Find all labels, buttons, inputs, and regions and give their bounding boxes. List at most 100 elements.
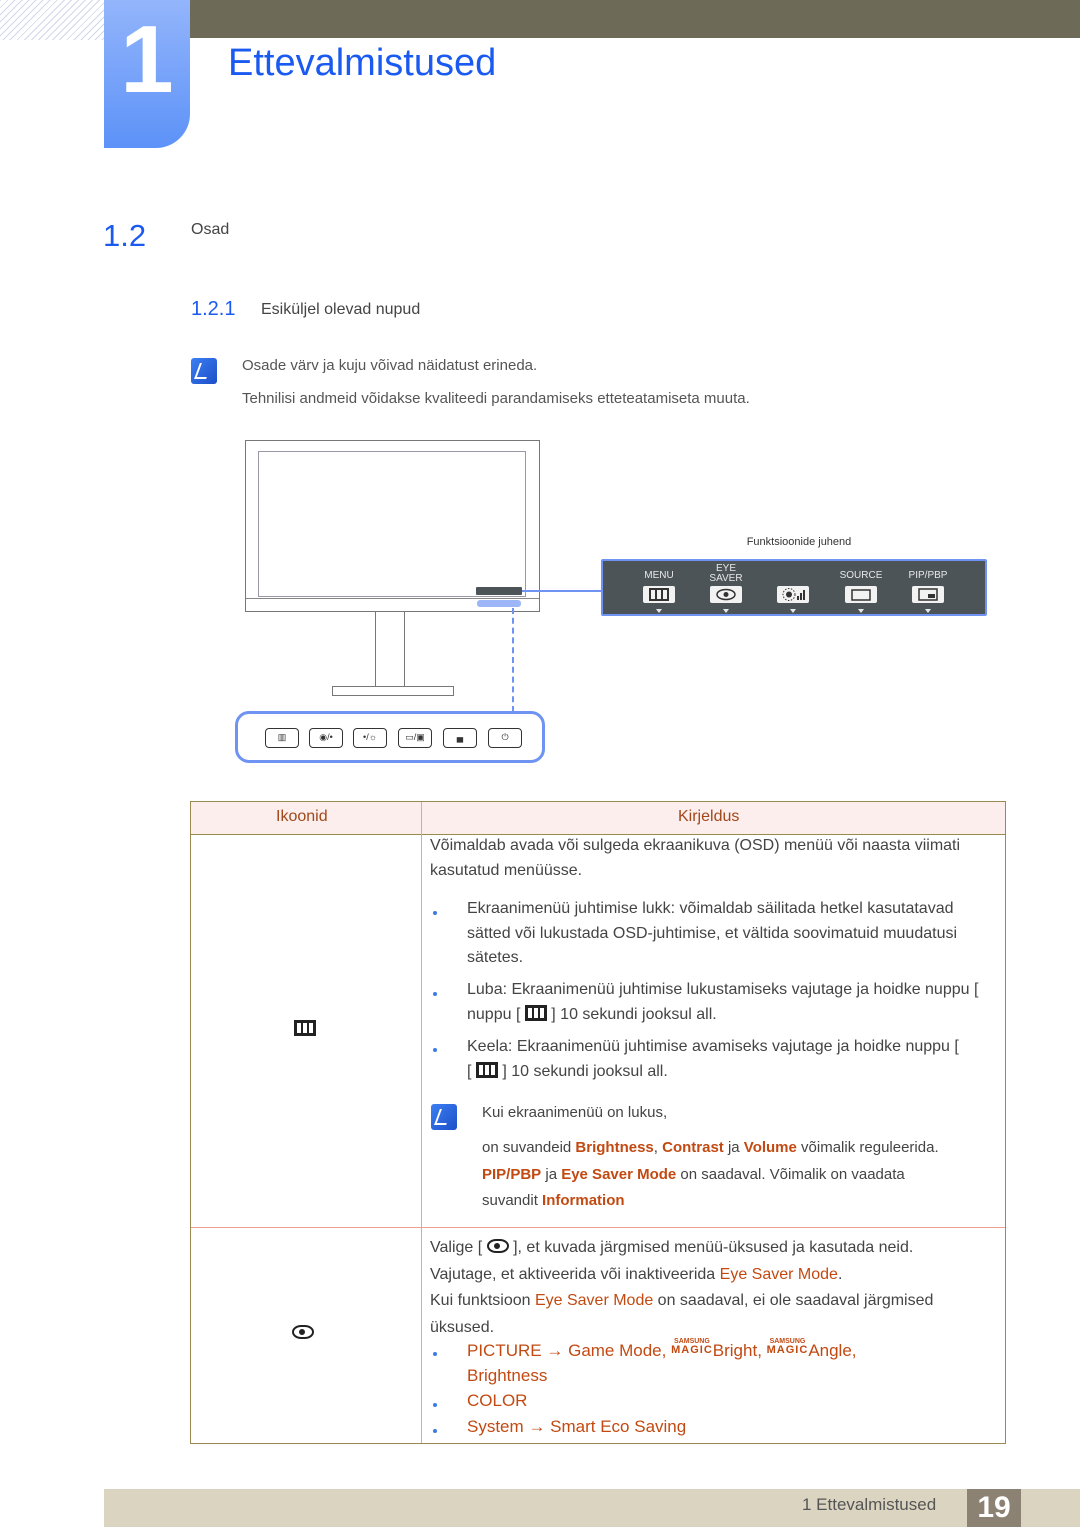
- header-ikoonid: Ikoonid: [276, 808, 328, 825]
- row2-text: .: [837, 1265, 843, 1283]
- row1-intro: Võimaldab avada või sulgeda ekraanikuva …: [430, 837, 961, 879]
- brightness-button-icon: •/☼: [363, 732, 377, 742]
- enable-text-end: ] 10 sekundi jooksul all.: [551, 1005, 717, 1023]
- option-game-mode: Game Mode: [568, 1341, 662, 1360]
- menu-icon: [475, 1061, 498, 1078]
- row2-text: on saadaval, ei ole saadaval järgmised: [653, 1292, 934, 1309]
- chapter-number: 1: [120, 6, 174, 113]
- note-icon: [431, 1104, 457, 1130]
- guide-title: Funktsioonide juhend: [746, 536, 852, 548]
- subsection-title: Esiküljel olevad nupud: [261, 301, 421, 318]
- note-text: ,: [653, 1139, 663, 1156]
- option-volume: Volume: [743, 1139, 797, 1156]
- magic-bottom: MAGIC: [766, 1344, 809, 1356]
- row2-text: Valige [: [430, 1239, 483, 1256]
- bullet-icon: [433, 1403, 437, 1407]
- arrow-down-icon: [723, 609, 729, 613]
- arrow-down-icon: [858, 609, 864, 613]
- eye-saver-button-icon: ◉/•: [319, 732, 333, 742]
- row2-bullet-picture: PICTURE → Game Mode, SAMSUNG MAGIC Bright,…: [467, 1338, 857, 1385]
- row2-bullet-system: System → Smart Eco Saving: [467, 1415, 686, 1440]
- subsection-number: 1.2.1: [191, 298, 236, 320]
- row2-text: ], et kuvada järgmised menüü-üksused ja …: [513, 1239, 914, 1256]
- option-information: Information: [542, 1192, 625, 1209]
- monitor-stand-base: [332, 686, 454, 696]
- pip-pbp-icon: [912, 586, 944, 603]
- bullet-icon: [433, 1429, 437, 1433]
- monitor-stand-neck: [375, 612, 405, 687]
- guide-item-brightness: [761, 561, 825, 618]
- guide-label: SAVER: [709, 573, 743, 584]
- enable-text: Luba: Ekraanimenüü juhtimise lukustamise…: [467, 981, 979, 998]
- enable-text-cont: nuppu [ ] 10 sekundi jooksul all.: [467, 1004, 717, 1023]
- row1-bullet-lock: Ekraanimenüü juhtimise lukk: võimaldab s…: [467, 900, 958, 966]
- menu-icon: [294, 1020, 316, 1039]
- row1-bullet-disable: Keela: Ekraanimenüü juhtimise avamiseks …: [467, 1038, 959, 1080]
- row2-text: Kui funktsioon: [430, 1292, 535, 1309]
- menu-icon: [524, 1004, 547, 1021]
- arrow-down-icon: [790, 609, 796, 613]
- guide-item-source: SOURCE: [829, 561, 893, 618]
- bullet-icon: [433, 992, 437, 996]
- option-magic-bright: Bright: [712, 1341, 758, 1360]
- eye-saver-button[interactable]: ◉/•: [309, 728, 343, 748]
- option-eye-saver-mode: Eye Saver Mode: [534, 1292, 654, 1309]
- guide-label: SOURCE: [839, 570, 883, 581]
- note-text: ja: [541, 1165, 562, 1183]
- power-button[interactable]: ⏻: [488, 728, 522, 748]
- guide-item-pip-pbp: PIP/PBP: [896, 561, 960, 618]
- bullet-icon: [433, 1048, 437, 1052]
- option-eye-saver-mode: Eye Saver Mode: [719, 1265, 838, 1283]
- front-button-panel: ▥ ◉/• •/☼ ▭/▣ ▄ ⏻: [235, 711, 545, 763]
- option-brightness: Brightness: [467, 1366, 548, 1385]
- row1-note-body: on suvandeid Brightness, Contrast ja Vol…: [482, 1135, 1002, 1215]
- monitor-bezel-line: [246, 598, 539, 599]
- eye-saver-icon: [486, 1239, 509, 1253]
- disable-text: Keela: Ekraanimenüü juhtimise avamiseks …: [467, 1038, 959, 1055]
- pip-button-icon: ▄: [456, 732, 464, 742]
- guide-label: MENU: [644, 570, 674, 581]
- row2-description: Valige [ ], et kuvada järgmised menüü-ük…: [430, 1235, 1000, 1341]
- osd-mini-indicator: [476, 587, 522, 595]
- bullet-icon: [433, 1352, 437, 1356]
- pip-button[interactable]: ▄: [443, 728, 477, 748]
- power-button-icon: ⏻: [501, 732, 509, 742]
- menu-picture: PICTURE: [467, 1341, 542, 1360]
- guide-item-menu: MENU: [627, 561, 691, 618]
- row1-bullet-enable: Luba: Ekraanimenüü juhtimise lukustamise…: [467, 978, 997, 1027]
- option-eye-saver-mode: Eye Saver Mode: [561, 1165, 677, 1183]
- brightness-icon: [777, 586, 809, 603]
- function-guide-panel: MENU EYE SAVER SOURCE PIP/PBP: [601, 559, 987, 616]
- buttons-mini-indicator: [477, 600, 521, 607]
- option-smart-eco-saving: Smart Eco Saving: [550, 1417, 687, 1436]
- guide-label: PIP/PBP: [908, 570, 948, 581]
- header-kirjeldus: Kirjeldus: [678, 808, 740, 825]
- guide-item-eye-saver: EYE SAVER: [694, 561, 758, 618]
- source-button[interactable]: ▭/▣: [398, 728, 432, 748]
- row2-text: Vajutage, et aktiveerida või inaktiveeri…: [430, 1265, 720, 1283]
- note-text: on saadaval. Võimalik on vaadata: [676, 1165, 905, 1183]
- brightness-button[interactable]: •/☼: [353, 728, 387, 748]
- footer-chapter-label: 1 Ettevalmistused: [802, 1495, 937, 1514]
- magic-logo: SAMSUNG MAGIC: [671, 1338, 713, 1356]
- menu-button[interactable]: ▥: [265, 728, 299, 748]
- arrow-down-icon: [656, 609, 662, 613]
- option-brightness: Brightness: [575, 1139, 654, 1156]
- table-header: Ikoonid Kirjeldus: [191, 802, 1005, 835]
- arrow-down-icon: [925, 609, 931, 613]
- disable-text-end: ] 10 sekundi jooksul all.: [502, 1062, 668, 1080]
- option-contrast: Contrast: [662, 1139, 724, 1156]
- section-number: 1.2: [103, 218, 147, 253]
- row-divider: [191, 1227, 1005, 1228]
- note-icon: [191, 358, 217, 384]
- source-button-icon: ▭/▣: [405, 732, 425, 742]
- decorative-hatch: [0, 0, 104, 40]
- magic-logo: SAMSUNG MAGIC: [766, 1338, 809, 1356]
- connector-line: [522, 590, 602, 592]
- column-divider: [421, 802, 422, 1443]
- arrow-right-icon: →: [546, 1341, 564, 1360]
- row2-text: üksused.: [430, 1318, 495, 1336]
- connector-dashed-line: [512, 608, 514, 712]
- menu-button-icon: ▥: [277, 732, 287, 742]
- source-icon: [845, 586, 877, 603]
